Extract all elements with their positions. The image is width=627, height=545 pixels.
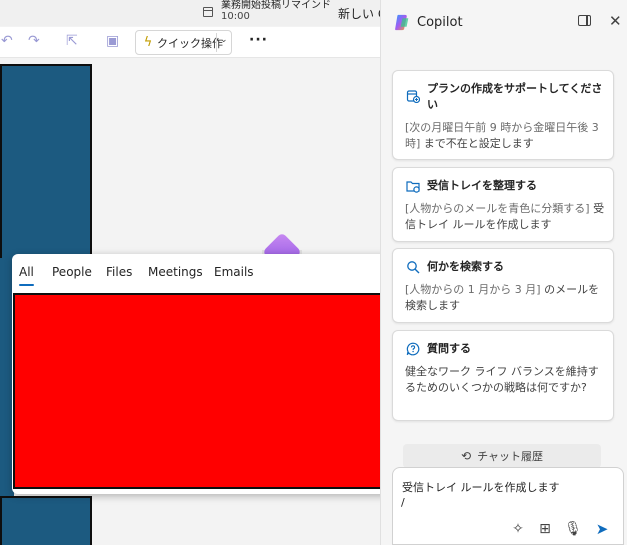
- card-title: 何かを検索する: [427, 260, 504, 273]
- reminder-title: 業務開始投稿リマインド: [221, 0, 331, 11]
- tab-emails[interactable]: Emails: [214, 265, 254, 279]
- copilot-logo-icon: [395, 14, 409, 31]
- card-description: [次の月曜日午前 9 時から金曜日午後 3 時] まで不在と設定します: [405, 120, 605, 152]
- tab-all[interactable]: All: [19, 265, 34, 286]
- open-in-pane-icon[interactable]: [578, 15, 591, 26]
- inbox-folder-icon: [406, 181, 420, 193]
- search-icon: [407, 261, 420, 274]
- ribbon-toolbar: ↶ ↷ ⇱ ▣ ϟ クイック操作 ⌄ ···: [0, 27, 380, 58]
- quick-action-label: クイック操作: [157, 36, 223, 50]
- send-icon[interactable]: ➤: [593, 520, 611, 538]
- card-description: 健全なワーク ライフ バランスを維持するためのいくつかの戦略は何ですか?: [405, 364, 605, 396]
- redacted-panel-top: [0, 64, 92, 260]
- card-description: [人物からのメールを青色に分類する] 受信トレイ ルールを作成します: [405, 201, 605, 233]
- undo-icon[interactable]: ↶: [1, 33, 13, 49]
- search-results-popup: All People Files Meetings Emails: [12, 254, 402, 494]
- teams-icon[interactable]: ▣: [106, 33, 119, 49]
- chat-history-button[interactable]: ⟲ チャット履歴: [403, 444, 601, 468]
- composer-text[interactable]: 受信トレイ ルールを作成します: [402, 480, 560, 496]
- more-options-button[interactable]: ···: [249, 32, 268, 48]
- card-title: プランの作成をサポートしてください: [427, 82, 603, 111]
- close-icon[interactable]: ✕: [609, 12, 622, 30]
- suggestion-card-plan[interactable]: プランの作成をサポートしてください [次の月曜日午前 9 時から金曜日午後 3 …: [392, 70, 614, 160]
- divider: [216, 33, 217, 52]
- title-strip: 業務開始投稿リマインド 10:00 新しい C: [0, 0, 386, 26]
- search-tabs: All People Files Meetings Emails: [12, 254, 402, 292]
- card-desc: 健全なワーク ライフ バランスを維持するためのいくつかの戦略は何ですか?: [405, 365, 599, 394]
- quick-action-button[interactable]: ϟ クイック操作 ⌄: [135, 30, 232, 55]
- copilot-pane: Copilot ✕ プランの作成をサポートしてください [次の月曜日午前 9 時…: [380, 0, 627, 545]
- lightning-icon: ϟ: [143, 35, 153, 50]
- composer-slash[interactable]: /: [401, 496, 405, 509]
- calendar-icon: [203, 7, 213, 17]
- card-title: 質問する: [427, 342, 471, 355]
- history-icon: ⟲: [461, 449, 472, 463]
- microphone-icon[interactable]: 🎙: [564, 520, 582, 538]
- reminder-notice[interactable]: 業務開始投稿リマインド 10:00: [203, 0, 331, 23]
- redacted-panel-bottom: [0, 496, 92, 545]
- card-description: [人物からの 1 月から 3 月] のメールを検索します: [405, 282, 605, 314]
- card-hint: [人物からの 1 月から 3 月]: [405, 283, 541, 296]
- suggestion-card-ask[interactable]: 質問する 健全なワーク ライフ バランスを維持するためのいくつかの戦略は何ですか…: [392, 330, 614, 421]
- tab-files[interactable]: Files: [106, 265, 132, 279]
- card-desc: まで不在と設定します: [420, 137, 534, 150]
- calendar-plan-icon: [406, 90, 420, 103]
- copilot-title: Copilot: [417, 15, 463, 30]
- sparkle-prompt-icon[interactable]: ✧: [509, 520, 527, 538]
- tab-meetings[interactable]: Meetings: [148, 265, 203, 279]
- apps-icon[interactable]: ⊞: [536, 520, 554, 538]
- chevron-down-icon[interactable]: ⌄: [220, 35, 228, 45]
- redacted-results: [13, 293, 395, 489]
- tab-people[interactable]: People: [52, 265, 92, 279]
- copilot-logo-peek: [262, 232, 302, 256]
- move-to-icon[interactable]: ⇱: [66, 33, 78, 49]
- card-title: 受信トレイを整理する: [427, 179, 537, 192]
- suggestion-card-search[interactable]: 何かを検索する [人物からの 1 月から 3 月] のメールを検索します: [392, 248, 614, 323]
- copilot-header: Copilot ✕: [381, 0, 627, 46]
- question-chat-icon: [406, 342, 420, 356]
- reminder-time: 10:00: [221, 11, 250, 22]
- new-tab-label[interactable]: 新しい C: [338, 5, 386, 22]
- suggestion-card-inbox[interactable]: 受信トレイを整理する [人物からのメールを青色に分類する] 受信トレイ ルールを…: [392, 167, 614, 242]
- chat-history-label: チャット履歴: [477, 450, 543, 463]
- chat-composer[interactable]: 受信トレイ ルールを作成します / ✧ ⊞ 🎙 ➤: [392, 467, 624, 545]
- redo-icon[interactable]: ↷: [28, 33, 40, 49]
- card-hint: [人物からのメールを青色に分類する]: [405, 202, 590, 215]
